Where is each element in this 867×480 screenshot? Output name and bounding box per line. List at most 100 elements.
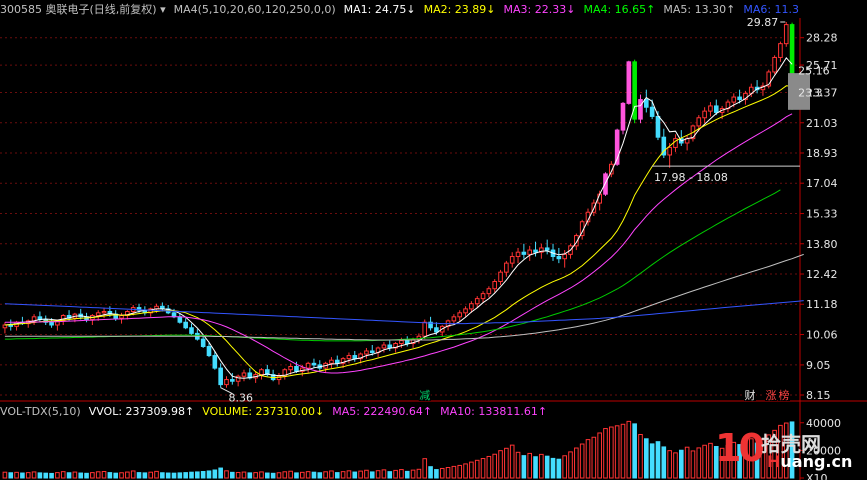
candle-body bbox=[352, 355, 358, 360]
candle-body bbox=[626, 61, 632, 104]
volume-bar bbox=[119, 472, 124, 479]
candle-body bbox=[702, 110, 707, 119]
volume-bar bbox=[369, 471, 375, 479]
volume-bar bbox=[183, 472, 188, 479]
volume-bar bbox=[247, 472, 253, 479]
volume-bar bbox=[463, 463, 468, 479]
event-marker-jian: 减 bbox=[419, 389, 430, 402]
candle-body bbox=[329, 359, 334, 364]
volume-bar bbox=[2, 471, 8, 479]
y-tick-label: 18.93 bbox=[806, 147, 838, 160]
volume-bar bbox=[480, 458, 486, 479]
candle-body bbox=[521, 251, 527, 255]
volume-bar bbox=[434, 469, 439, 479]
watermark-number: 10 bbox=[715, 426, 765, 470]
y-tick-label: 28.28 bbox=[806, 32, 838, 45]
volume-bar bbox=[177, 472, 183, 479]
watermark-url-h: H bbox=[767, 452, 781, 471]
volume-bar bbox=[708, 442, 713, 479]
candle-body bbox=[259, 369, 264, 376]
volume-bar bbox=[72, 471, 78, 479]
volume-bar bbox=[416, 468, 422, 479]
candle-body bbox=[183, 321, 188, 329]
candle-body bbox=[492, 281, 498, 290]
candle-body bbox=[544, 247, 550, 251]
volume-bar bbox=[381, 469, 387, 479]
volume-bar bbox=[189, 471, 194, 479]
volume-bar bbox=[136, 472, 142, 479]
volume-bar bbox=[130, 470, 136, 479]
volume-bar bbox=[282, 471, 288, 479]
volume-bar bbox=[49, 472, 54, 479]
volume-bar bbox=[574, 447, 579, 479]
volume-bar bbox=[509, 444, 515, 479]
candle-body bbox=[218, 367, 223, 386]
volume-bar bbox=[95, 471, 101, 479]
volume-bar bbox=[60, 471, 66, 479]
volume-bar bbox=[224, 470, 229, 479]
candle-body bbox=[369, 350, 375, 353]
candle-body bbox=[381, 344, 387, 349]
volume-bar bbox=[218, 467, 223, 479]
volume-bar bbox=[603, 428, 608, 479]
volume-bar bbox=[195, 471, 200, 479]
event-marker-zhang: 涨 bbox=[766, 389, 777, 402]
y-tick-label: 13.80 bbox=[806, 238, 838, 251]
candle-body bbox=[480, 293, 486, 300]
volume-bar bbox=[597, 432, 602, 479]
volume-bar bbox=[259, 471, 264, 479]
volume-bar bbox=[294, 472, 299, 479]
volume-bar bbox=[66, 472, 72, 479]
volume-bar bbox=[498, 450, 503, 479]
volume-bar bbox=[276, 472, 282, 479]
volume-bar bbox=[533, 456, 538, 479]
candle-body bbox=[311, 362, 317, 366]
candle-body bbox=[486, 288, 492, 295]
y-tick-label: 10.06 bbox=[806, 329, 838, 342]
candle-body bbox=[696, 117, 702, 127]
candle-body bbox=[638, 99, 643, 120]
volume-indicator-label: VOLUME: 237310.00↓ bbox=[202, 405, 325, 418]
volume-bar bbox=[445, 467, 451, 479]
volume-bar bbox=[264, 472, 270, 479]
volume-bar bbox=[154, 470, 159, 479]
candle-body bbox=[713, 105, 719, 113]
volume-bar bbox=[113, 472, 119, 479]
volume-bar bbox=[323, 471, 328, 479]
candle-body bbox=[772, 56, 777, 73]
volume-bar bbox=[544, 455, 550, 479]
candle-body bbox=[620, 102, 626, 131]
volume-bar bbox=[317, 472, 323, 479]
volume-bar bbox=[469, 461, 474, 479]
volume-bar bbox=[90, 472, 95, 479]
volume-bar bbox=[142, 472, 148, 479]
volume-bar bbox=[375, 470, 381, 479]
volume-bar bbox=[579, 443, 585, 479]
y-tick-label: 12.42 bbox=[806, 268, 838, 281]
volume-indicator-label: VVOL: 237309.98↑ bbox=[88, 405, 195, 418]
candle-body bbox=[235, 375, 241, 382]
volume-bar bbox=[556, 458, 562, 479]
candle-body bbox=[288, 366, 293, 371]
volume-bar bbox=[474, 459, 480, 479]
volume-bar bbox=[632, 423, 637, 479]
candle-body bbox=[649, 106, 655, 117]
candle-body bbox=[230, 379, 235, 382]
volume-bar bbox=[125, 471, 130, 479]
y-tick-label: 8.15 bbox=[806, 389, 831, 402]
volume-bar bbox=[644, 438, 649, 479]
volume-bar bbox=[288, 470, 293, 479]
candle-body bbox=[783, 24, 789, 45]
volume-bar bbox=[31, 471, 37, 479]
candle-body bbox=[399, 340, 404, 345]
volume-bar bbox=[165, 472, 171, 479]
volume-bar bbox=[591, 436, 597, 479]
volume-bar bbox=[25, 472, 31, 479]
volume-bar bbox=[84, 472, 89, 479]
candle-body bbox=[294, 366, 299, 372]
volume-bar bbox=[620, 423, 626, 479]
volume-bar bbox=[457, 464, 463, 479]
volume-bar bbox=[410, 469, 416, 479]
candle-body bbox=[404, 340, 410, 345]
candle-body bbox=[334, 359, 340, 364]
